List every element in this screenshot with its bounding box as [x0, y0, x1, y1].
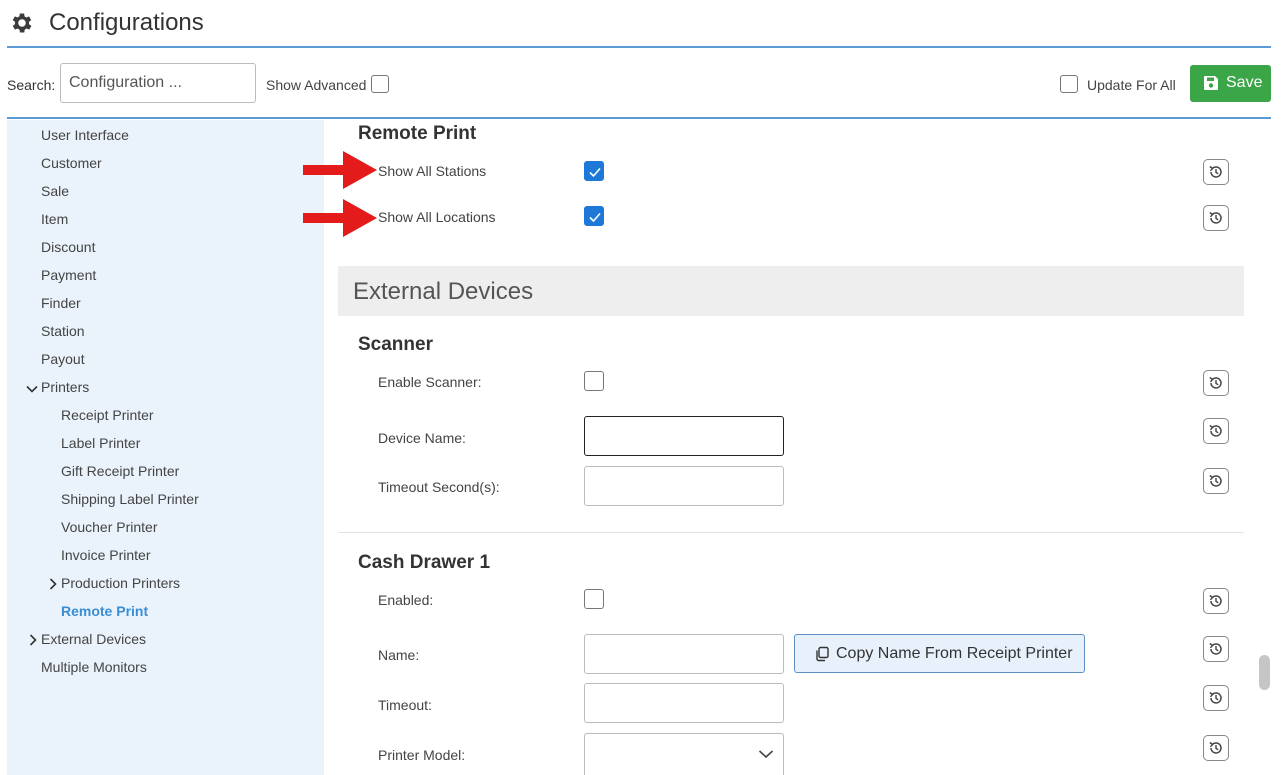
- sidebar-item-invoice-printer[interactable]: Invoice Printer: [61, 547, 150, 563]
- sidebar-item-external-devices[interactable]: External Devices: [41, 631, 146, 647]
- history-icon: [1209, 691, 1222, 704]
- sidebar-item-station[interactable]: Station: [41, 323, 85, 339]
- copy-icon: [814, 646, 830, 667]
- cash-drawer-enabled-checkbox[interactable]: [584, 589, 604, 609]
- show-advanced-checkbox[interactable]: [371, 75, 389, 93]
- sidebar-item-item[interactable]: Item: [41, 211, 68, 227]
- sidebar-item-payout[interactable]: Payout: [41, 351, 85, 367]
- history-icon: [1209, 424, 1222, 437]
- update-for-all-checkbox[interactable]: [1060, 75, 1078, 93]
- restore-default-history-button[interactable]: [1203, 588, 1229, 614]
- sidebar-item-remote-print[interactable]: Remote Print: [61, 603, 148, 619]
- sidebar-item-user-interface[interactable]: User Interface: [41, 127, 129, 143]
- restore-default-history-button[interactable]: [1203, 418, 1229, 444]
- restore-default-history-button[interactable]: [1203, 370, 1229, 396]
- printer-model-select[interactable]: [584, 733, 784, 775]
- section-title-scanner: Scanner: [358, 334, 433, 355]
- sidebar-item-production-printers[interactable]: Production Printers: [61, 575, 180, 591]
- enable-scanner-label: Enable Scanner:: [378, 374, 482, 390]
- floppy-disk-icon: [1203, 75, 1219, 96]
- save-button[interactable]: Save: [1190, 65, 1271, 102]
- cash-drawer-name-label: Name:: [378, 647, 420, 663]
- page-title: Configurations: [49, 9, 204, 36]
- chevron-right-icon[interactable]: [27, 633, 39, 646]
- show-all-locations-checkbox[interactable]: [584, 206, 604, 226]
- show-all-stations-label: Show All Stations: [378, 163, 487, 179]
- sidebar-item-finder[interactable]: Finder: [41, 295, 81, 311]
- printer-model-label: Printer Model:: [378, 747, 466, 763]
- history-icon: [1209, 642, 1222, 655]
- history-icon: [1209, 741, 1222, 754]
- toolbar-divider: [7, 117, 1271, 119]
- sidebar-item-receipt-printer[interactable]: Receipt Printer: [61, 407, 154, 423]
- sidebar-item-multiple-monitors[interactable]: Multiple Monitors: [41, 659, 147, 675]
- search-input[interactable]: [60, 63, 256, 103]
- search-label: Search:: [7, 77, 56, 93]
- sidebar-item-discount[interactable]: Discount: [41, 239, 95, 255]
- sidebar-item-payment[interactable]: Payment: [41, 267, 96, 283]
- device-name-label: Device Name:: [378, 430, 466, 446]
- cash-drawer-timeout-input[interactable]: [584, 683, 784, 723]
- chevron-right-icon[interactable]: [47, 577, 59, 590]
- section-title-cash-drawer: Cash Drawer 1: [358, 552, 491, 573]
- checkmark-icon: [589, 167, 601, 178]
- restore-default-history-button[interactable]: [1203, 735, 1229, 761]
- show-all-locations-label: Show All Locations: [378, 209, 496, 225]
- chevron-down-icon: [758, 747, 774, 765]
- history-icon: [1209, 594, 1222, 607]
- history-icon: [1209, 211, 1222, 224]
- restore-default-history-button[interactable]: [1203, 159, 1229, 185]
- show-all-stations-checkbox[interactable]: [584, 161, 604, 181]
- section-divider: [338, 532, 1244, 533]
- save-button-label: Save: [1226, 74, 1263, 91]
- sidebar-item-customer[interactable]: Customer: [41, 155, 102, 171]
- copy-name-from-receipt-printer-button[interactable]: Copy Name From Receipt Printer: [794, 634, 1085, 673]
- sidebar-item-sale[interactable]: Sale: [41, 183, 69, 199]
- annotation-arrow-icon: [303, 151, 377, 194]
- sidebar-item-label-printer[interactable]: Label Printer: [61, 435, 140, 451]
- timeout-seconds-input[interactable]: [584, 466, 784, 506]
- show-advanced-label: Show Advanced: [266, 77, 367, 93]
- device-name-input[interactable]: [584, 416, 784, 456]
- restore-default-history-button[interactable]: [1203, 685, 1229, 711]
- section-title-remote-print: Remote Print: [358, 123, 477, 144]
- external-devices-heading: External Devices: [353, 278, 534, 305]
- copy-button-label: Copy Name From Receipt Printer: [836, 645, 1073, 662]
- sidebar-item-gift-receipt-printer[interactable]: Gift Receipt Printer: [61, 463, 179, 479]
- history-icon: [1209, 165, 1222, 178]
- restore-default-history-button[interactable]: [1203, 636, 1229, 662]
- header-divider: [7, 46, 1271, 48]
- update-for-all-label: Update For All: [1087, 77, 1176, 93]
- restore-default-history-button[interactable]: [1203, 205, 1229, 231]
- timeout-seconds-label: Timeout Second(s):: [378, 479, 500, 495]
- annotation-arrow-icon: [303, 199, 377, 242]
- cash-drawer-timeout-label: Timeout:: [378, 697, 432, 713]
- scrollbar-thumb[interactable]: [1259, 655, 1270, 690]
- cash-drawer-name-input[interactable]: [584, 634, 784, 674]
- restore-default-history-button[interactable]: [1203, 468, 1229, 494]
- checkmark-icon: [589, 212, 601, 223]
- enable-scanner-checkbox[interactable]: [584, 371, 604, 391]
- sidebar-item-voucher-printer[interactable]: Voucher Printer: [61, 519, 158, 535]
- cash-drawer-enabled-label: Enabled:: [378, 592, 434, 608]
- sidebar-item-printers[interactable]: Printers: [41, 379, 89, 395]
- history-icon: [1209, 474, 1222, 487]
- gear-icon: [9, 10, 35, 36]
- chevron-down-icon[interactable]: [26, 382, 38, 394]
- history-icon: [1209, 376, 1222, 389]
- sidebar-item-shipping-label-printer[interactable]: Shipping Label Printer: [61, 491, 199, 507]
